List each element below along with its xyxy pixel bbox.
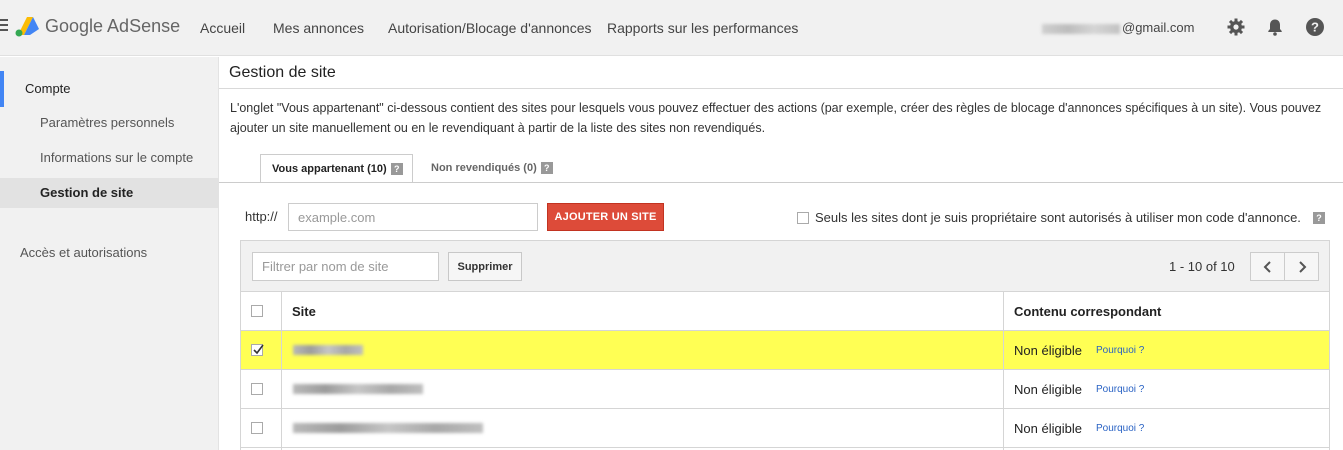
gear-icon[interactable]	[1226, 17, 1246, 37]
why-link[interactable]: Pourquoi ?	[1096, 345, 1144, 356]
help-icon[interactable]: ?	[1313, 212, 1325, 224]
tab-vous-appartenant[interactable]: Vous appartenant (10)?	[260, 154, 413, 183]
nav-accueil[interactable]: Accueil	[200, 20, 245, 36]
why-link[interactable]: Pourquoi ?	[1096, 384, 1144, 395]
prev-page-button[interactable]	[1250, 252, 1285, 281]
svg-text:?: ?	[1311, 20, 1319, 35]
nav-rapports[interactable]: Rapports sur les performances	[607, 20, 798, 36]
add-site-button[interactable]: AJOUTER UN SITE	[547, 203, 664, 231]
redacted-site-name[interactable]	[293, 345, 363, 355]
table-row[interactable]: Non éligible Pourquoi ?	[241, 409, 1329, 448]
menu-icon[interactable]	[0, 19, 8, 33]
owner-only-checkbox[interactable]	[797, 212, 809, 224]
owner-only-label: Seuls les sites dont je suis propriétair…	[815, 210, 1301, 225]
sidebar-section-compte[interactable]: Compte	[0, 71, 219, 107]
column-header-site[interactable]: Site	[292, 292, 316, 331]
nav-mes-annonces[interactable]: Mes annonces	[273, 20, 364, 36]
brand-name[interactable]: Google AdSense	[45, 16, 180, 37]
adsense-logo-icon[interactable]	[14, 13, 40, 39]
filter-site-input[interactable]	[252, 252, 439, 281]
select-all-checkbox[interactable]	[251, 305, 263, 317]
column-divider	[281, 292, 282, 450]
top-bar: Google AdSense Accueil Mes annonces Auto…	[0, 0, 1343, 56]
nav-autorisation-blocage[interactable]: Autorisation/Blocage d'annonces	[388, 20, 591, 36]
help-icon[interactable]: ?	[540, 162, 553, 175]
sidebar-item-gestion-de-site[interactable]: Gestion de site	[0, 178, 219, 208]
bell-icon[interactable]	[1265, 17, 1285, 37]
pagination-range: 1 - 10 of 10	[1169, 259, 1235, 274]
table-row[interactable]: Non éligible Pourquoi ?	[241, 370, 1329, 409]
sidebar-item-acces-autorisations[interactable]: Accès et autorisations	[0, 238, 219, 268]
why-link[interactable]: Pourquoi ?	[1096, 423, 1144, 434]
account-email[interactable]: @gmail.com	[1042, 20, 1194, 35]
delete-button[interactable]: Supprimer	[448, 252, 522, 281]
row-checkbox[interactable]	[251, 383, 263, 395]
sidebar-item-parametres-personnels[interactable]: Paramètres personnels	[0, 108, 219, 138]
column-header-contenu[interactable]: Contenu correspondant	[1014, 292, 1161, 331]
divider	[219, 88, 1343, 89]
row-checkbox[interactable]	[251, 422, 263, 434]
status-text: Non éligible	[1014, 421, 1082, 436]
sidebar-item-informations-compte[interactable]: Informations sur le compte	[0, 143, 219, 173]
sidebar: Compte Paramètres personnels Information…	[0, 57, 219, 450]
table-toolbar: Supprimer 1 - 10 of 10	[241, 241, 1329, 292]
chevron-left-icon	[1263, 261, 1271, 273]
table-header: Site Contenu correspondant	[241, 292, 1329, 331]
tab-non-revendiques[interactable]: Non revendiqués (0)?	[420, 154, 570, 183]
status-text: Non éligible	[1014, 343, 1082, 358]
row-checkbox[interactable]	[251, 344, 264, 356]
redacted-username	[1042, 23, 1120, 34]
page-title: Gestion de site	[229, 64, 336, 81]
sites-table: Supprimer 1 - 10 of 10 Site Contenu corr…	[240, 240, 1330, 450]
page-description: L'onglet "Vous appartenant" ci-dessous c…	[230, 101, 1322, 135]
column-divider	[1003, 292, 1004, 450]
checkmark-icon	[253, 344, 264, 355]
table-row[interactable]: Non éligible Pourquoi ?	[241, 331, 1329, 370]
next-page-button[interactable]	[1284, 252, 1319, 281]
chevron-right-icon	[1299, 261, 1307, 273]
url-prefix: http://	[245, 209, 278, 224]
redacted-site-name[interactable]	[293, 384, 423, 394]
redacted-site-name[interactable]	[293, 423, 483, 433]
site-url-input[interactable]	[288, 203, 538, 231]
help-icon[interactable]: ?	[1305, 17, 1325, 37]
help-icon[interactable]: ?	[390, 163, 403, 176]
divider	[219, 182, 1343, 183]
status-text: Non éligible	[1014, 382, 1082, 397]
